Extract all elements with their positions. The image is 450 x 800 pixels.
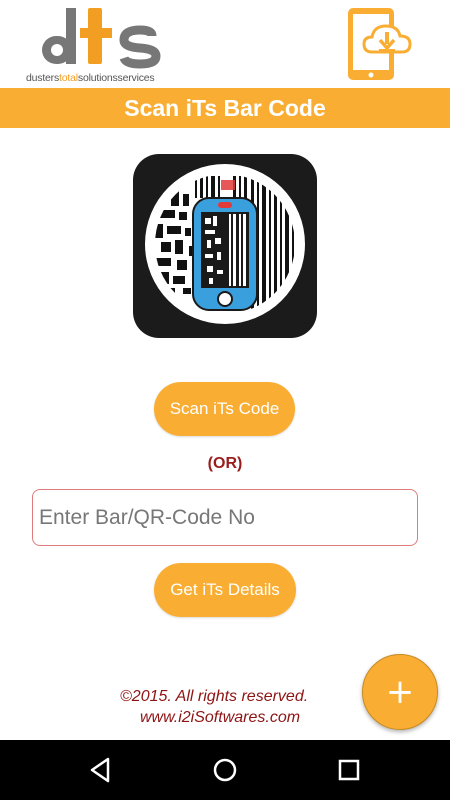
recents-icon[interactable] [332, 754, 366, 786]
barcode-scanner-icon [133, 154, 317, 338]
get-details-button[interactable]: Get iTs Details [154, 563, 296, 617]
barcode-number-input[interactable] [32, 489, 418, 546]
add-fab-button[interactable]: + [362, 654, 438, 730]
website-link[interactable]: www.i2iSoftwares.com [90, 707, 350, 728]
title-bar: Scan iTs Bar Code [0, 88, 450, 128]
back-icon[interactable] [84, 754, 118, 786]
logo-text: dusterstotalsolutionsservices [26, 72, 155, 84]
dts-logo-icon [42, 8, 161, 69]
copyright-text: ©2015. All rights reserved. [120, 688, 309, 705]
android-navigation-bar [0, 740, 450, 800]
page-title: Scan iTs Bar Code [124, 94, 326, 121]
plus-icon: + [385, 672, 415, 712]
company-logo: dusterstotalsolutionsservices [26, 6, 176, 84]
home-icon[interactable] [208, 754, 242, 786]
or-separator: (OR) [207, 455, 243, 472]
footer: ©2015. All rights reserved. www.i2iSoftw… [90, 686, 350, 728]
tablet-download-icon[interactable] [344, 6, 424, 82]
app-header: dusterstotalsolutionsservices [0, 0, 450, 88]
scan-code-button[interactable]: Scan iTs Code [154, 382, 295, 436]
